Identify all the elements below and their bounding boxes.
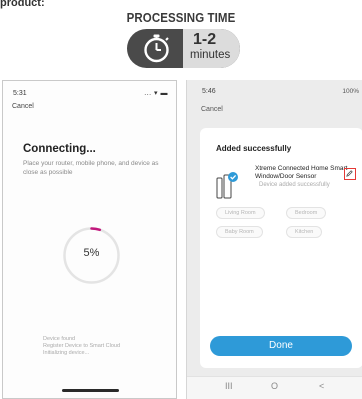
- recents-button[interactable]: III: [225, 381, 233, 391]
- stopwatch-icon: [144, 34, 169, 63]
- home-button[interactable]: O: [271, 381, 278, 391]
- cancel-button[interactable]: Cancel: [12, 103, 34, 110]
- pencil-icon: [346, 170, 353, 177]
- processing-time-title: PROCESSING TIME: [126, 11, 236, 25]
- room-chip-kitchen[interactable]: Kitchen: [286, 226, 323, 238]
- processing-time-badge: 1-2 minutes: [127, 29, 240, 68]
- back-button[interactable]: <: [319, 381, 324, 391]
- android-nav-bar: III O <: [187, 376, 362, 399]
- status-line: Initializing device...: [43, 350, 90, 356]
- progress-percent: 5%: [83, 247, 100, 259]
- cancel-button[interactable]: Cancel: [201, 106, 223, 113]
- added-success-card: Added successfully Xtreme Connected Home…: [200, 128, 362, 368]
- connecting-heading: Connecting...: [23, 143, 96, 155]
- connection-status-list: Device found Register Device to Smart Cl…: [43, 336, 163, 357]
- door-sensor-icon: [216, 172, 238, 199]
- room-chip-baby-room[interactable]: Baby Room: [216, 226, 263, 238]
- edit-name-button[interactable]: [344, 168, 356, 180]
- status-bar-time: 5:46: [202, 88, 216, 95]
- home-indicator[interactable]: [62, 389, 119, 392]
- status-line: Device found: [43, 336, 76, 342]
- processing-time-value: 1-2: [193, 31, 217, 48]
- connecting-description: Place your router, mobile phone, and dev…: [23, 160, 159, 176]
- room-chip-living-room[interactable]: Living Room: [216, 207, 265, 219]
- device-added-text: Device added successfully: [259, 182, 330, 188]
- status-line: Register Device to Smart Cloud: [43, 343, 121, 349]
- done-button[interactable]: Done: [210, 336, 352, 356]
- status-bar-icons: ... ▾ ▬: [144, 90, 168, 97]
- processing-time-unit: minutes: [190, 49, 231, 61]
- top-fragment: product:: [0, 0, 45, 9]
- room-chip-bedroom[interactable]: Bedroom: [286, 207, 327, 219]
- status-bar-battery: 100%: [342, 88, 359, 95]
- card-title: Added successfully: [216, 144, 292, 153]
- phone-screen-added: 5:46 100% Cancel Added successfully Xtre…: [186, 80, 362, 399]
- status-bar-time: 5:31: [13, 90, 27, 97]
- phone-screen-connecting: 5:31 ... ▾ ▬ Cancel Connecting... Place …: [2, 80, 177, 399]
